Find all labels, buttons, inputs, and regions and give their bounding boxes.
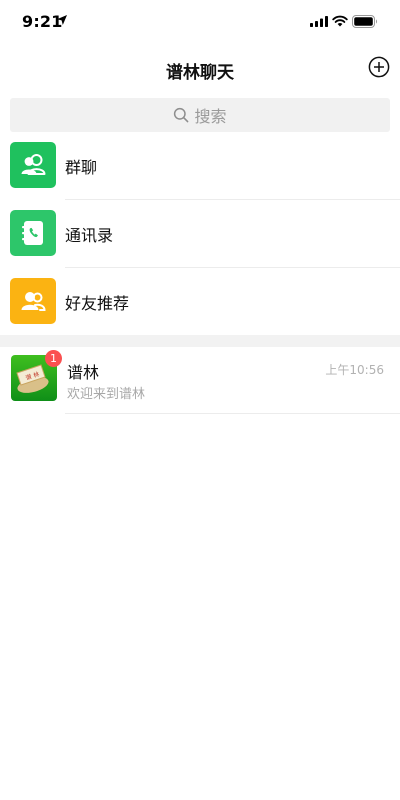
menu-item-friend-recommend[interactable]: 好友推荐	[0, 268, 400, 336]
menu-item-group-chat[interactable]: 群聊	[0, 132, 400, 200]
group-chat-icon	[10, 142, 56, 188]
wifi-icon	[332, 15, 348, 27]
search-bar[interactable]: 搜索	[10, 98, 390, 132]
chat-item[interactable]: 谱 林 1 谱林 上午10:56 欢迎来到谱林	[0, 347, 400, 414]
search-icon	[174, 107, 189, 123]
section-divider	[0, 335, 400, 347]
page-title: 谱林聊天	[166, 63, 234, 83]
menu-label: 群聊	[65, 158, 98, 177]
location-arrow-icon	[57, 15, 67, 25]
menu-label: 好友推荐	[65, 294, 130, 313]
menu-label: 通讯录	[65, 226, 114, 245]
contacts-book-icon	[10, 210, 56, 256]
battery-icon	[352, 15, 377, 28]
nav-bar: 谱林聊天	[0, 48, 400, 88]
chat-name: 谱林	[67, 363, 100, 382]
cellular-signal-icon	[310, 16, 328, 27]
unread-badge: 1	[45, 350, 62, 367]
menu-item-contacts[interactable]: 通讯录	[0, 200, 400, 268]
search-placeholder: 搜索	[194, 107, 227, 126]
friend-recommend-icon	[10, 278, 56, 324]
chat-preview: 欢迎来到谱林	[67, 387, 146, 402]
chat-time: 上午10:56	[325, 363, 384, 377]
divider	[65, 413, 400, 414]
plus-circle-icon[interactable]	[368, 56, 390, 78]
status-bar: 9:21	[0, 0, 400, 44]
